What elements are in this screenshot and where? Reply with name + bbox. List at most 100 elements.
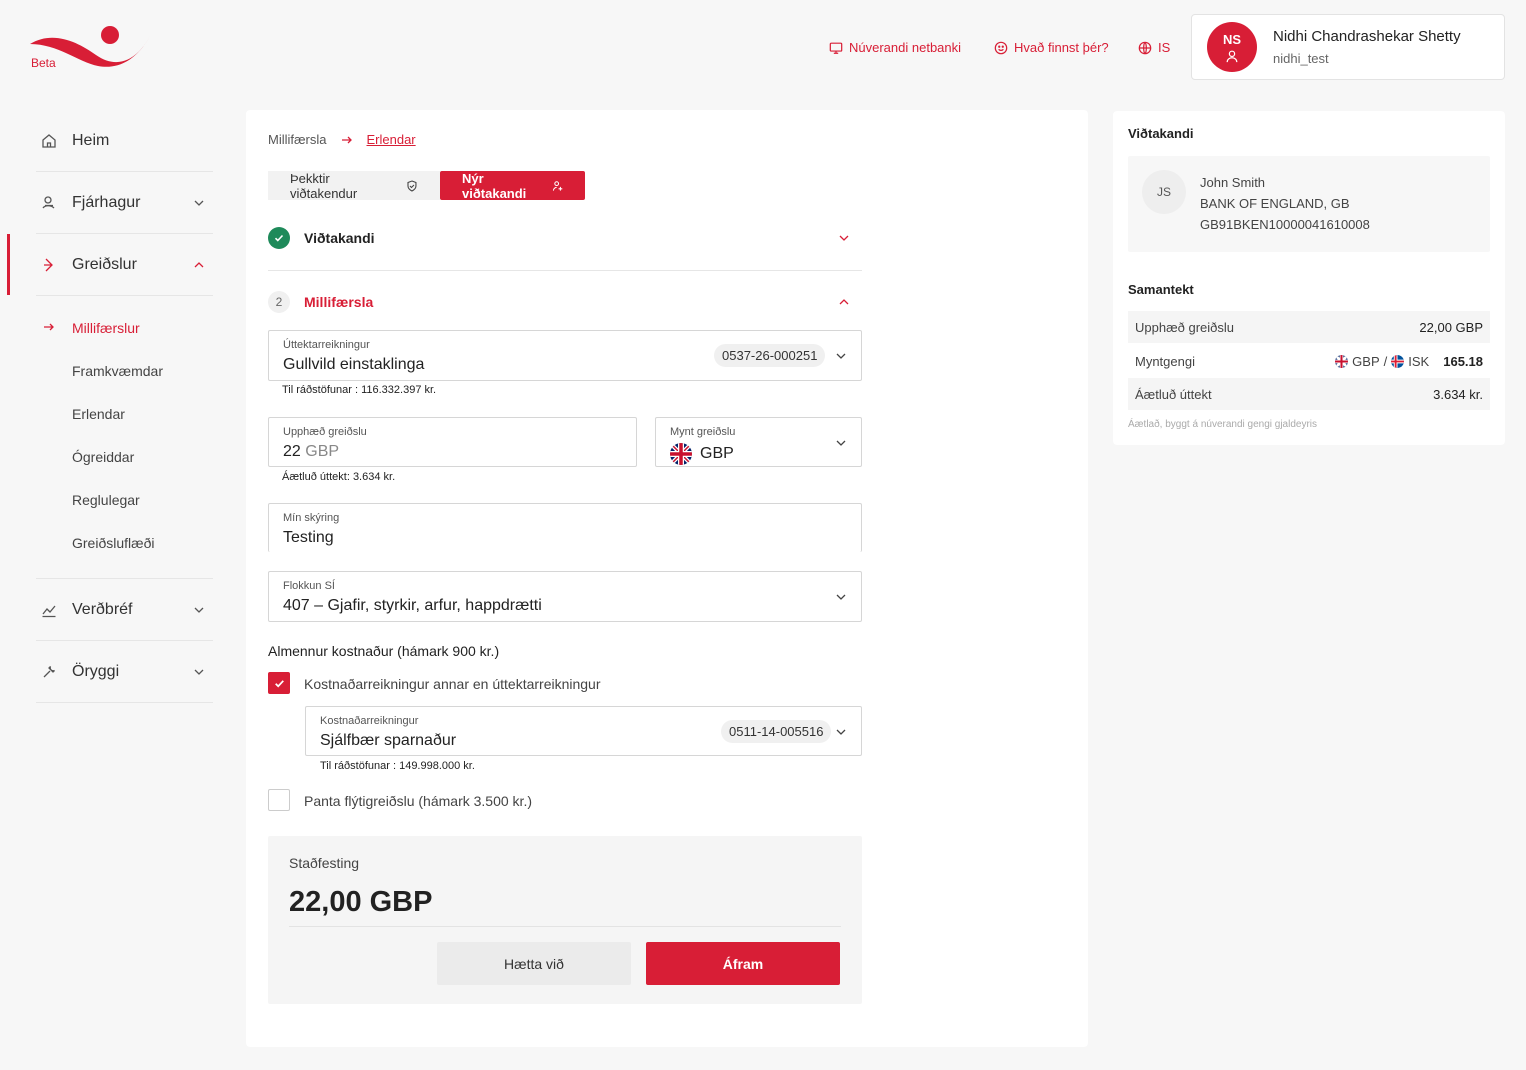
check-icon	[274, 679, 284, 687]
sidebar-item-label: Heim	[72, 131, 110, 149]
cancel-button[interactable]: Hætta við	[437, 942, 631, 985]
sidebar-item-security[interactable]: Öryggi	[36, 641, 213, 703]
summary-value: 22,00 GBP	[1419, 319, 1483, 335]
payment-icon	[44, 258, 53, 271]
currency-value: GBP	[700, 445, 734, 462]
chevron-down-icon	[836, 594, 846, 600]
recipient-name: John Smith	[1200, 175, 1266, 190]
language-label: IS	[1158, 40, 1171, 55]
user-name: Nidhi Chandrashekar Shetty	[1273, 28, 1461, 45]
estimate-value: 3.634 kr.	[352, 471, 396, 483]
recipient-bank: BANK OF ENGLAND, GB	[1200, 196, 1350, 211]
estimate-label: Áætluð úttekt:	[282, 471, 353, 483]
currency-select[interactable]: Mynt greiðslu GBP	[655, 417, 862, 467]
summary-label: Myntgengi	[1135, 353, 1195, 369]
field-label: Upphæð greiðslu	[283, 426, 367, 438]
feedback-link[interactable]: Hvað finnst þér?	[994, 40, 1109, 55]
withdrawal-available: Til ráðstöfunar : 116.332.397 kr.	[282, 384, 436, 396]
amount-value: 22	[283, 443, 301, 460]
submenu-item-foreign[interactable]: Erlendar	[36, 392, 213, 435]
field-label: Mynt greiðslu	[670, 426, 736, 438]
summary-title: Samantekt	[1128, 282, 1194, 297]
available-label: Til ráðstöfunar :	[320, 760, 400, 772]
submenu-item-unpaid[interactable]: Ógreiddar	[36, 435, 213, 478]
tab-known-recipients[interactable]: Þekktir viðtakendur	[268, 170, 440, 201]
cost-account-checkbox[interactable]	[268, 672, 290, 694]
exchange-rate: GBP / ISK 165.18	[1335, 354, 1483, 369]
submenu-item-recurring[interactable]: Reglulegar	[36, 478, 213, 521]
continue-button[interactable]: Áfram	[646, 942, 840, 985]
summary-row-rate: Myntgengi GBP / ISK 165.18	[1128, 345, 1490, 377]
submenu-item-label: Reglulegar	[72, 491, 140, 508]
sidebar: Heim Fjárhagur Greiðslur Millifærslur Fr…	[0, 110, 230, 703]
beta-label: Beta	[31, 56, 56, 70]
breadcrumb: Millifærsla Erlendar	[268, 132, 416, 147]
description-input[interactable]: Mín skýring Testing	[268, 503, 862, 552]
chevron-down-icon	[194, 200, 204, 206]
cost-account-select[interactable]: Kostnaðarreikningur Sjálfbær sparnaður 0…	[305, 706, 862, 756]
section-title: Viðtakandi	[304, 230, 375, 246]
cost-account-checkbox-label[interactable]: Kostnaðarreikningur annar en úttektarrei…	[304, 676, 601, 692]
amount-input[interactable]: Upphæð greiðslu 22 GBP	[268, 417, 637, 467]
withdrawal-account-select[interactable]: Úttektarreikningur Gullvild einstaklinga…	[268, 330, 862, 381]
submenu-item-label: Greiðsluflæði	[72, 534, 155, 551]
field-label: Flokkun SÍ	[283, 580, 335, 592]
uk-flag-icon	[670, 443, 692, 465]
field-label: Kostnaðarreikningur	[320, 715, 419, 727]
submenu-item-payment-flow[interactable]: Greiðsluflæði	[36, 521, 213, 564]
submenu-item-label: Millifærslur	[72, 319, 140, 336]
sidebar-item-finances[interactable]: Fjárhagur	[36, 172, 213, 234]
user-handle: nidhi_test	[1273, 51, 1329, 66]
chart-icon	[42, 605, 56, 617]
breadcrumb-current[interactable]: Erlendar	[367, 132, 416, 147]
section-transfer-header[interactable]: 2 Millifærsla	[268, 291, 862, 313]
sidebar-item-payments[interactable]: Greiðslur	[36, 234, 213, 296]
rate-from: GBP	[1352, 353, 1380, 369]
summary-value: 3.634 kr.	[1433, 386, 1483, 402]
chevron-down-icon	[836, 440, 846, 446]
tab-new-recipient[interactable]: Nýr viðtakandi	[440, 171, 585, 201]
sidebar-item-label: Fjárhagur	[72, 193, 141, 211]
tab-label: Þekktir viðtakendur	[290, 170, 358, 201]
chevron-down-icon	[836, 353, 846, 359]
sidebar-item-home[interactable]: Heim	[36, 110, 213, 172]
section-recipient-header[interactable]: Viðtakandi	[268, 227, 862, 249]
sidebar-item-label: Greiðslur	[72, 255, 137, 273]
wrench-icon	[43, 665, 55, 677]
shield-check-icon	[407, 179, 417, 192]
category-select[interactable]: Flokkun SÍ 407 – Gjafir, styrkir, arfur,…	[268, 571, 862, 622]
section-title: Millifærsla	[304, 294, 374, 310]
confirmation-amount: 22,00 GBP	[289, 886, 433, 918]
sidebar-item-securities[interactable]: Verðbréf	[36, 579, 213, 641]
divider	[289, 926, 841, 927]
breadcrumb-parent[interactable]: Millifærsla	[268, 132, 327, 147]
express-payment-checkbox[interactable]	[268, 789, 290, 811]
rate-separator: /	[1383, 353, 1388, 369]
current-netbank-link[interactable]: Núverandi netbanki	[829, 40, 961, 55]
divider	[268, 270, 862, 271]
submenu-item-executed[interactable]: Framkvæmdar	[36, 349, 213, 392]
field-label: Mín skýring	[283, 512, 340, 524]
submenu-item-label: Erlendar	[72, 405, 125, 422]
recipient-panel-title: Viðtakandi	[1128, 126, 1194, 141]
express-payment-label[interactable]: Panta flýtigreiðslu (hámark 3.500 kr.)	[304, 793, 532, 809]
summary-label: Upphæð greiðslu	[1135, 319, 1235, 335]
amount-currency: GBP	[305, 443, 340, 460]
submenu-item-label: Ógreiddar	[72, 448, 135, 465]
language-selector[interactable]: IS	[1138, 40, 1170, 55]
recipient-tabs: Þekktir viðtakendur Nýr viðtakandi	[268, 170, 585, 201]
account-number-badge: 0511-14-005516	[721, 720, 832, 743]
chevron-up-icon	[194, 261, 204, 267]
add-user-icon	[552, 180, 563, 191]
current-netbank-label: Núverandi netbanki	[849, 40, 962, 55]
sidebar-item-label: Öryggi	[72, 662, 120, 680]
summary-panel: Viðtakandi JS John Smith BANK OF ENGLAND…	[1113, 111, 1505, 445]
recipient-card: JS John Smith BANK OF ENGLAND, GB GB91BK…	[1128, 156, 1490, 252]
rate-value: 165.18	[1443, 353, 1483, 369]
submenu-item-transfers[interactable]: Millifærslur	[36, 306, 213, 349]
step-number: 2	[268, 291, 290, 313]
user-profile-card[interactable]: NS Nidhi Chandrashekar Shetty nidhi_test	[1191, 14, 1505, 80]
money-icon	[42, 195, 55, 209]
summary-note: Áætlað, byggt á núverandi gengi gjaldeyr…	[1128, 419, 1318, 430]
available-label: Til ráðstöfunar :	[282, 384, 362, 396]
